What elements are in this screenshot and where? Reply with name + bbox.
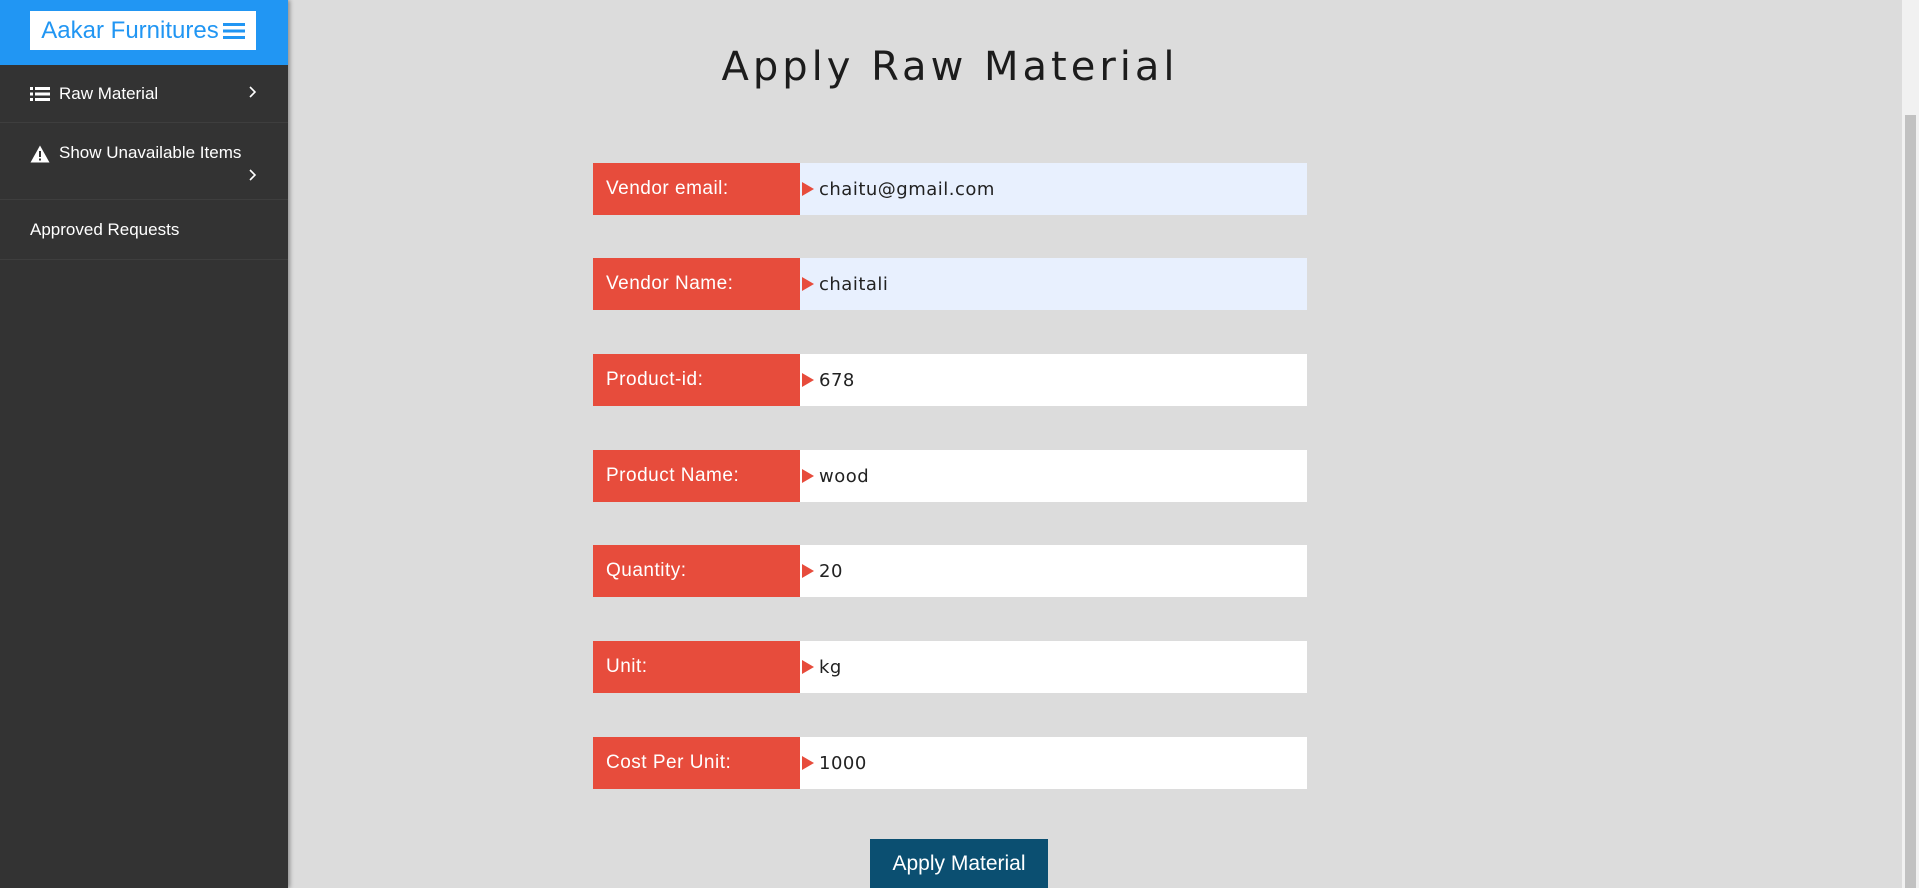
cost-per-unit-field[interactable] [800, 737, 1307, 789]
product-name-row: Product Name: [593, 450, 1307, 502]
quantity-row: Quantity: [593, 545, 1307, 597]
field-label: Product-id: [593, 354, 800, 406]
brand-menu-button[interactable]: Aakar Furnitures [30, 11, 256, 50]
hamburger-menu-icon [222, 23, 245, 39]
cost-per-unit-row: Cost Per Unit: [593, 737, 1307, 789]
field-label: Cost Per Unit: [593, 737, 800, 789]
arrow-marker-icon [802, 756, 814, 770]
field-label: Vendor email: [593, 163, 800, 215]
field-label: Unit: [593, 641, 800, 693]
unit-field[interactable] [800, 641, 1307, 693]
chevron-right-icon [249, 86, 257, 98]
sidebar-item-label: Approved Requests [30, 220, 180, 239]
vendor-email-row: Vendor email: [593, 163, 1307, 215]
quantity-field[interactable] [800, 545, 1307, 597]
sidebar-header: Aakar Furnitures [0, 0, 288, 65]
arrow-marker-icon [802, 277, 814, 291]
vendor-name-row: Vendor Name: [593, 258, 1307, 310]
arrow-marker-icon [802, 660, 814, 674]
sidebar-item-raw-material[interactable]: Raw Material [0, 65, 288, 123]
product-id-row: Product-id: [593, 354, 1307, 406]
page-title: Apply Raw Material [721, 44, 1179, 90]
sidebar-item-label: Raw Material [59, 84, 159, 103]
scrollbar-thumb[interactable] [1905, 115, 1916, 888]
arrow-marker-icon [802, 182, 814, 196]
sidebar-item-approved-requests[interactable]: Approved Requests [0, 200, 288, 260]
field-label: Quantity: [593, 545, 800, 597]
arrow-marker-icon [802, 469, 814, 483]
vendor-email-field[interactable] [800, 163, 1307, 215]
product-id-field[interactable] [800, 354, 1307, 406]
field-label: Vendor Name: [593, 258, 800, 310]
unit-row: Unit: [593, 641, 1307, 693]
chevron-right-icon [249, 169, 257, 181]
product-name-field[interactable] [800, 450, 1307, 502]
field-label: Product Name: [593, 450, 800, 502]
list-icon [30, 87, 50, 101]
apply-material-button[interactable]: Apply Material [870, 839, 1048, 888]
sidebar: Aakar Furnitures Raw Material Show Unava… [0, 0, 288, 888]
brand-name: Aakar Furnitures [41, 17, 219, 44]
vendor-name-field[interactable] [800, 258, 1307, 310]
vertical-scrollbar[interactable] [1902, 0, 1919, 888]
arrow-marker-icon [802, 373, 814, 387]
sidebar-item-label: Show Unavailable Items [59, 143, 242, 162]
warning-icon [30, 145, 50, 163]
sidebar-item-unavailable[interactable]: Show Unavailable Items [0, 123, 288, 200]
arrow-marker-icon [802, 564, 814, 578]
